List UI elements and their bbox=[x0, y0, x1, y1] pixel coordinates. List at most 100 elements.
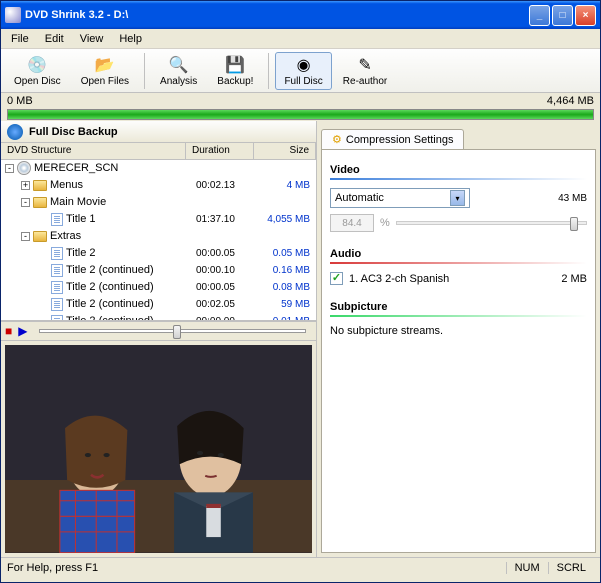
tree-item-duration: 00:00.05 bbox=[196, 248, 264, 259]
tree-item-size: 0.05 MB bbox=[264, 248, 316, 259]
pct-unit: % bbox=[380, 217, 390, 229]
tree-item-label: Title 2 (continued) bbox=[66, 281, 154, 293]
full-disc-icon: ◉ bbox=[294, 55, 314, 75]
reauthor-label: Re-author bbox=[343, 76, 387, 87]
full-disc-button[interactable]: ◉ Full Disc bbox=[275, 52, 331, 90]
section-divider bbox=[330, 262, 587, 264]
col-structure[interactable]: DVD Structure bbox=[1, 143, 186, 159]
status-bar: For Help, press F1 NUM SCRL bbox=[1, 557, 600, 577]
file-icon bbox=[51, 298, 63, 311]
capacity-fill bbox=[8, 110, 593, 119]
search-icon: 🔍 bbox=[169, 55, 189, 75]
open-files-button[interactable]: 📂 Open Files bbox=[72, 52, 138, 90]
tab-label: Compression Settings bbox=[346, 134, 454, 146]
status-help: For Help, press F1 bbox=[7, 562, 506, 574]
analysis-button[interactable]: 🔍 Analysis bbox=[151, 52, 206, 90]
tree-item-duration: 00:02.05 bbox=[196, 299, 264, 310]
subpicture-message: No subpicture streams. bbox=[330, 325, 587, 337]
close-button[interactable]: × bbox=[575, 5, 596, 26]
reauthor-icon: ✎ bbox=[355, 55, 375, 75]
maximize-button[interactable]: □ bbox=[552, 5, 573, 26]
folder-open-icon: 📂 bbox=[95, 55, 115, 75]
preview-panel: ■ ▶ bbox=[1, 321, 316, 557]
tree-item-size: 4 MB bbox=[264, 180, 316, 191]
file-icon bbox=[51, 281, 63, 294]
disc-backup-icon bbox=[7, 124, 23, 140]
status-scrl: SCRL bbox=[548, 562, 594, 574]
preview-slider[interactable] bbox=[39, 329, 306, 333]
video-preview bbox=[5, 345, 312, 553]
menu-help[interactable]: Help bbox=[111, 31, 150, 47]
audio-section-header: Audio bbox=[330, 248, 587, 260]
menu-edit[interactable]: Edit bbox=[37, 31, 72, 47]
folder-icon bbox=[33, 197, 47, 208]
tree-item-label: Title 2 bbox=[66, 247, 96, 259]
chevron-down-icon: ▾ bbox=[450, 190, 465, 206]
open-files-label: Open Files bbox=[81, 76, 129, 87]
capacity-bar: 0 MB 4,464 MB bbox=[1, 93, 600, 121]
tree-row[interactable]: Title 2 (continued)00:00.050.08 MB bbox=[1, 279, 316, 296]
open-disc-button[interactable]: 💿 Open Disc bbox=[5, 52, 70, 90]
tree-item-size: 59 MB bbox=[264, 299, 316, 310]
section-divider bbox=[330, 315, 587, 317]
tree-item-duration: 00:02.13 bbox=[196, 180, 264, 191]
tab-compression-settings[interactable]: ⚙ Compression Settings bbox=[321, 129, 464, 149]
video-mode-value: Automatic bbox=[335, 192, 384, 204]
stop-icon[interactable]: ■ bbox=[5, 324, 12, 338]
minimize-button[interactable]: _ bbox=[529, 5, 550, 26]
col-duration[interactable]: Duration bbox=[186, 143, 254, 159]
file-icon bbox=[51, 315, 63, 322]
tree-row[interactable]: -Main Movie bbox=[1, 194, 316, 211]
preview-slider-thumb[interactable] bbox=[173, 325, 181, 339]
dvd-structure-tree[interactable]: -MERECER_SCN + Menus 00:02.134 MB -Main Movi… bbox=[1, 160, 316, 322]
left-pane-title: Full Disc Backup bbox=[29, 126, 118, 138]
menu-file[interactable]: File bbox=[3, 31, 37, 47]
menu-bar: File Edit View Help bbox=[1, 29, 600, 49]
tree-row[interactable]: -MERECER_SCN bbox=[1, 160, 316, 177]
collapse-icon[interactable]: - bbox=[5, 164, 14, 173]
tree-item-label: Menus bbox=[50, 179, 83, 191]
folder-icon bbox=[33, 180, 47, 191]
backup-button[interactable]: 💾 Backup! bbox=[208, 52, 262, 90]
capacity-track bbox=[7, 109, 594, 120]
full-disc-label: Full Disc bbox=[284, 76, 322, 87]
compression-slider-thumb[interactable] bbox=[570, 217, 578, 231]
audio-track-checkbox[interactable]: ✓ bbox=[330, 272, 343, 285]
menu-view[interactable]: View bbox=[72, 31, 112, 47]
tree-row[interactable]: Title 2 (continued)00:00.100.16 MB bbox=[1, 262, 316, 279]
right-pane: ⚙ Compression Settings Video Automatic ▾… bbox=[317, 121, 600, 557]
tree-item-label: Title 1 bbox=[66, 213, 96, 225]
video-mode-combo[interactable]: Automatic ▾ bbox=[330, 188, 470, 208]
window-title: DVD Shrink 3.2 - D:\ bbox=[25, 9, 529, 21]
tree-row[interactable]: Title 2 00:00.050.05 MB bbox=[1, 245, 316, 262]
backup-label: Backup! bbox=[217, 76, 253, 87]
tree-row[interactable]: Title 2 (continued)00:02.0559 MB bbox=[1, 296, 316, 313]
backup-icon: 💾 bbox=[225, 55, 245, 75]
dvd-icon bbox=[17, 161, 31, 175]
reauthor-button[interactable]: ✎ Re-author bbox=[334, 52, 396, 90]
video-size: 43 MB bbox=[558, 193, 587, 204]
tree-item-size: 0.16 MB bbox=[264, 265, 316, 276]
expand-icon[interactable]: + bbox=[21, 181, 30, 190]
audio-size: 2 MB bbox=[561, 273, 587, 285]
play-icon[interactable]: ▶ bbox=[18, 324, 27, 338]
collapse-icon[interactable]: - bbox=[21, 232, 30, 241]
tree-row[interactable]: Title 2 (continued)00:00.000.01 MB bbox=[1, 313, 316, 322]
status-num: NUM bbox=[506, 562, 548, 574]
collapse-icon[interactable]: - bbox=[21, 198, 30, 207]
tree-item-duration: 01:37.10 bbox=[196, 214, 264, 225]
tree-item-label: Extras bbox=[50, 230, 81, 242]
compression-slider[interactable] bbox=[396, 221, 587, 225]
toolbar: 💿 Open Disc 📂 Open Files 🔍 Analysis 💾 Ba… bbox=[1, 49, 600, 93]
tree-row[interactable]: + Menus 00:02.134 MB bbox=[1, 177, 316, 194]
gear-icon: ⚙ bbox=[332, 133, 342, 146]
file-icon bbox=[51, 247, 63, 260]
tree-row[interactable]: - Extras bbox=[1, 228, 316, 245]
tree-item-duration: 00:00.10 bbox=[196, 265, 264, 276]
open-disc-label: Open Disc bbox=[14, 76, 61, 87]
tree-row[interactable]: Title 101:37.104,055 MB bbox=[1, 211, 316, 228]
col-size[interactable]: Size bbox=[254, 143, 316, 159]
compression-pct: 84.4 bbox=[330, 214, 374, 232]
app-icon bbox=[5, 7, 21, 23]
left-pane-header: Full Disc Backup bbox=[1, 121, 316, 143]
